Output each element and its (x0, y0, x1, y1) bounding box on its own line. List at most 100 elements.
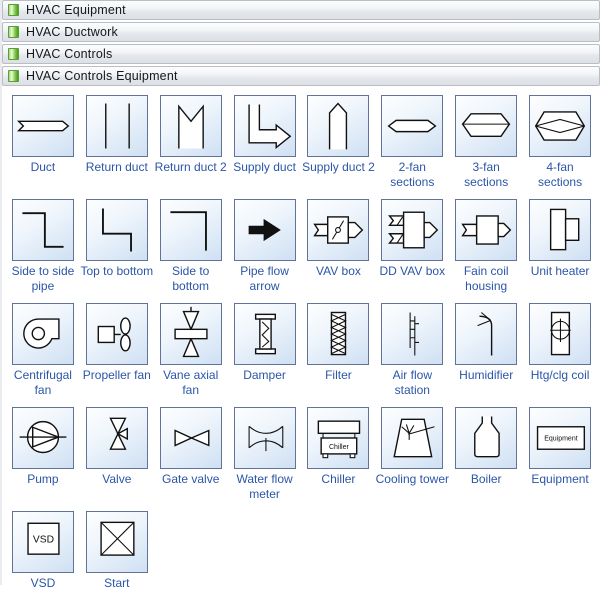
shape-item-4-fan-sections[interactable]: 4-fan sections (523, 95, 597, 199)
shape-tile[interactable] (381, 407, 443, 469)
shape-tile[interactable] (86, 511, 148, 573)
section-title: HVAC Equipment (26, 3, 126, 17)
shape-tile[interactable] (86, 95, 148, 157)
shape-tile[interactable] (307, 199, 369, 261)
shape-item-2-fan-sections[interactable]: 2-fan sections (375, 95, 449, 199)
shape-item-side-to-bottom[interactable]: Side to bottom (154, 199, 228, 303)
shape-item-pump[interactable]: Pump (6, 407, 80, 511)
shape-tile[interactable] (12, 95, 74, 157)
shape-item-boiler[interactable]: Boiler (449, 407, 523, 511)
shape-tile[interactable] (307, 95, 369, 157)
shape-tile[interactable] (455, 199, 517, 261)
shape-tile[interactable]: Equipment (529, 407, 591, 469)
shape-item-damper[interactable]: Damper (228, 303, 302, 407)
vav-box-icon (309, 201, 367, 259)
shape-item-cooling-tower[interactable]: Cooling tower (375, 407, 449, 511)
shape-tile[interactable] (234, 407, 296, 469)
stencil-icon (8, 48, 19, 60)
shape-item-vav-box[interactable]: VAV box (302, 199, 376, 303)
shape-tile[interactable] (160, 303, 222, 365)
shape-item-dd-vav-box[interactable]: DD VAV box (375, 199, 449, 303)
section-header-hvac-ductwork[interactable]: HVAC Ductwork (2, 22, 600, 42)
shape-label: Top to bottom (80, 264, 154, 279)
shape-label: Duct (6, 160, 80, 175)
shape-item-duct[interactable]: Duct (6, 95, 80, 199)
shape-label: Cooling tower (375, 472, 449, 487)
shape-item-equipment[interactable]: Equipment Equipment (523, 407, 597, 511)
shape-tile[interactable] (86, 303, 148, 365)
shape-item-propeller-fan[interactable]: Propeller fan (80, 303, 154, 407)
stencil-icon (8, 4, 19, 16)
stencil-icon (8, 26, 19, 38)
side-to-side-pipe-icon (14, 201, 72, 259)
section-header-hvac-equipment[interactable]: HVAC Equipment (2, 0, 600, 20)
shape-tile[interactable] (529, 199, 591, 261)
shape-tile[interactable] (12, 303, 74, 365)
shape-tile[interactable] (160, 199, 222, 261)
shape-tile[interactable] (160, 407, 222, 469)
pump-icon (14, 409, 72, 467)
shape-item-fain-coil-housing[interactable]: Fain coil housing (449, 199, 523, 303)
shape-item-vsd[interactable]: VSD VSD (6, 511, 80, 615)
shape-item-water-flow-meter[interactable]: Water flow meter (228, 407, 302, 511)
shape-tile[interactable] (381, 199, 443, 261)
shape-tile[interactable] (234, 95, 296, 157)
shape-tile[interactable] (455, 303, 517, 365)
propeller-fan-icon (88, 305, 146, 363)
shape-tile[interactable] (86, 407, 148, 469)
top-to-bottom-icon (88, 201, 146, 259)
shape-item-filter[interactable]: Filter (302, 303, 376, 407)
shape-tile[interactable] (307, 303, 369, 365)
shape-item-centrifugal-fan[interactable]: Centrifugal fan (6, 303, 80, 407)
shape-tile[interactable] (381, 303, 443, 365)
vane-axial-fan-icon (162, 305, 220, 363)
chiller-symbol-text: Chiller (329, 444, 350, 451)
shape-item-return-duct-2[interactable]: Return duct 2 (154, 95, 228, 199)
shape-item-humidifier[interactable]: Humidifier (449, 303, 523, 407)
shape-tile[interactable] (381, 95, 443, 157)
shape-label: Supply duct (228, 160, 302, 175)
vsd-icon: VSD (14, 513, 72, 571)
shape-label: Centrifugal fan (6, 368, 80, 397)
shape-item-valve[interactable]: Valve (80, 407, 154, 511)
shape-tile[interactable] (160, 95, 222, 157)
shape-item-supply-duct[interactable]: Supply duct (228, 95, 302, 199)
shape-item-supply-duct-2[interactable]: Supply duct 2 (302, 95, 376, 199)
shape-tile[interactable] (529, 95, 591, 157)
shape-tile[interactable] (12, 199, 74, 261)
shape-item-return-duct[interactable]: Return duct (80, 95, 154, 199)
shape-tile[interactable] (12, 407, 74, 469)
shape-item-unit-heater[interactable]: Unit heater (523, 199, 597, 303)
section-header-hvac-controls[interactable]: HVAC Controls (2, 44, 600, 64)
shape-item-pipe-flow-arrow[interactable]: Pipe flow arrow (228, 199, 302, 303)
shape-label: Pump (6, 472, 80, 487)
shape-item-air-flow-station[interactable]: Air flow station (375, 303, 449, 407)
2-fan-sections-icon (383, 97, 441, 155)
shape-item-start[interactable]: Start (80, 511, 154, 615)
shape-tile[interactable] (86, 199, 148, 261)
return-duct-2-icon (162, 97, 220, 155)
section-header-hvac-controls-equipment[interactable]: HVAC Controls Equipment (2, 66, 600, 86)
shape-item-side-to-side-pipe[interactable]: Side to side pipe (6, 199, 80, 303)
shape-tile[interactable] (529, 303, 591, 365)
shape-label: Damper (228, 368, 302, 383)
shape-item-htg-clg-coil[interactable]: Htg/clg coil (523, 303, 597, 407)
shape-item-chiller[interactable]: Chiller Chiller (302, 407, 376, 511)
shape-label: Boiler (449, 472, 523, 487)
boiler-icon (457, 409, 515, 467)
valve-icon (88, 409, 146, 467)
shape-item-vane-axial-fan[interactable]: Vane axial fan (154, 303, 228, 407)
shape-item-gate-valve[interactable]: Gate valve (154, 407, 228, 511)
shape-tile[interactable] (455, 407, 517, 469)
stencil-icon (8, 70, 19, 82)
shape-label: Chiller (302, 472, 376, 487)
shape-label: DD VAV box (375, 264, 449, 279)
shape-item-top-to-bottom[interactable]: Top to bottom (80, 199, 154, 303)
shape-tile[interactable] (234, 303, 296, 365)
shape-tile[interactable]: VSD (12, 511, 74, 573)
shape-tile[interactable]: Chiller (307, 407, 369, 469)
shape-tile[interactable] (234, 199, 296, 261)
air-flow-station-icon (383, 305, 441, 363)
shape-item-3-fan-sections[interactable]: 3-fan sections (449, 95, 523, 199)
shape-tile[interactable] (455, 95, 517, 157)
